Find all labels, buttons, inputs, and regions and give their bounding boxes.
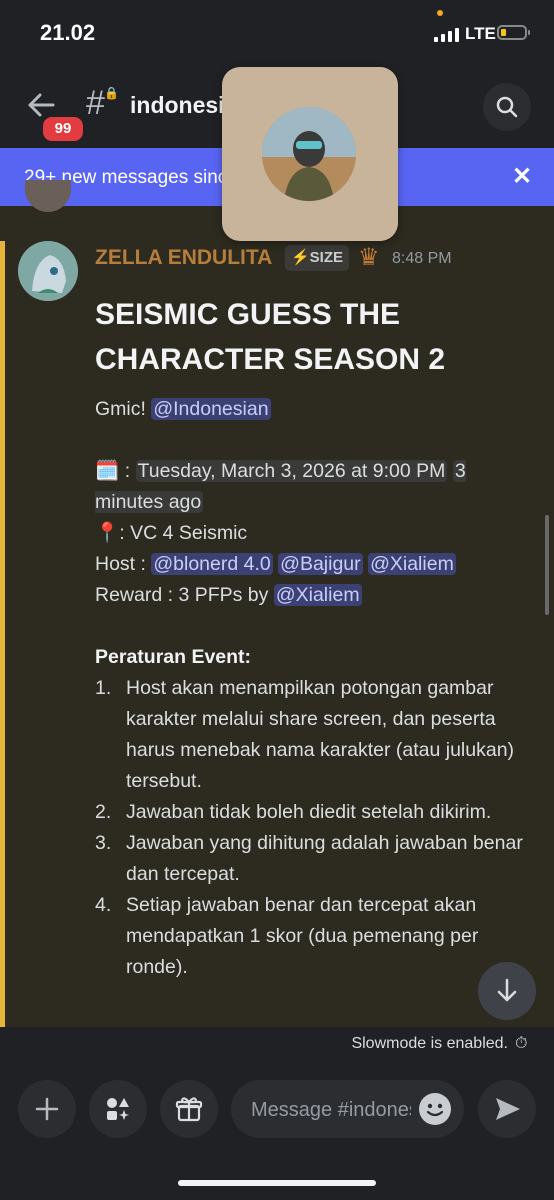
slowmode-bar: Slowmode is enabled. ⏱ — [0, 1027, 554, 1063]
author-avatar[interactable] — [18, 241, 78, 301]
search-button[interactable] — [483, 83, 531, 131]
status-time: 21.02 — [40, 20, 96, 45]
pip-avatar — [262, 107, 356, 201]
user-mention[interactable]: @Xialiem — [273, 584, 362, 606]
send-icon — [496, 1098, 520, 1120]
user-mention[interactable]: @blonerd 4.0 — [151, 553, 273, 575]
host-line: Host : @blonerd 4.0 @Bajigur @Xialiem — [95, 549, 535, 580]
mention-highlight-bar — [0, 241, 5, 1027]
date-line: 🗓️ : Tuesday, March 3, 2026 at 9:00 PM 3… — [95, 456, 535, 518]
rules-heading: Peraturan Event: — [95, 646, 252, 668]
greeting-line: Gmic! @Indonesian — [95, 394, 535, 425]
list-item: 2. Jawaban tidak boleh diedit setelah dik… — [95, 801, 492, 823]
list-item: 4. Setiap jawaban benar dan tercepat akan… — [95, 894, 479, 978]
rule-text: Jawaban tidak boleh diedit setelah dikir… — [126, 801, 492, 823]
previous-avatar — [25, 180, 71, 212]
home-indicator — [178, 1180, 376, 1186]
date-separator: : — [124, 460, 136, 482]
apps-button[interactable] — [89, 1080, 147, 1138]
privacy-indicator — [437, 10, 443, 16]
host-label: Host : — [95, 553, 146, 575]
message-input-wrapper[interactable] — [231, 1080, 464, 1138]
rule-text: Setiap jawaban benar dan tercepat akan m… — [126, 894, 479, 978]
slowmode-text: Slowmode is enabled. — [351, 1035, 508, 1052]
message-title: SEISMIC GUESS THE CHARACTER SEASON 2 — [95, 298, 446, 376]
signal-icon — [434, 26, 459, 42]
apps-icon — [107, 1098, 129, 1120]
list-item: 1. Host akan menampilkan potongan gambar … — [95, 677, 515, 792]
list-item: 3. Jawaban yang dihitung adalah jawaban b… — [95, 832, 523, 885]
network-label: LTE — [465, 24, 496, 43]
message-input[interactable] — [249, 1094, 413, 1126]
gift-button[interactable] — [160, 1080, 218, 1138]
rule-text: Host akan menampilkan potongan gambar ka… — [126, 677, 515, 792]
role-mention[interactable]: @Indonesian — [151, 398, 271, 420]
reward-label: Reward : 3 PFPs by — [95, 584, 269, 606]
pin-icon: 📍 — [95, 522, 120, 544]
location-separator: : — [119, 522, 131, 544]
greeting-text: Gmic! — [95, 398, 146, 420]
search-icon — [496, 96, 518, 118]
status-bar: 21.02 LTE — [0, 0, 554, 70]
voice-pip-overlay[interactable] — [222, 67, 398, 241]
arrow-down-icon — [497, 978, 517, 1002]
reward-line: Reward : 3 PFPs by @Xialiem — [95, 580, 535, 611]
message-author[interactable]: ZELLA ENDULITA — [95, 246, 272, 270]
event-location: VC 4 Seismic — [130, 522, 248, 544]
stopwatch-icon: ⏱ — [515, 1035, 528, 1052]
channel-lock-icon: 🔒 — [104, 86, 119, 100]
jump-to-present-button[interactable] — [478, 962, 536, 1020]
close-icon[interactable]: ✕ — [512, 162, 532, 191]
battery-icon — [497, 25, 530, 40]
role-badge-icon: ♛ — [358, 244, 380, 271]
user-mention[interactable]: @Bajigur — [278, 553, 363, 575]
emoji-icon[interactable] — [419, 1093, 451, 1125]
unread-badge: 99 — [40, 114, 86, 144]
location-line: 📍: VC 4 Seismic — [95, 518, 535, 549]
rule-text: Jawaban yang dihitung adalah jawaban ben… — [126, 832, 523, 885]
server-tag[interactable]: ⚡SIZE — [285, 245, 350, 271]
plus-icon — [35, 1097, 59, 1121]
send-button[interactable] — [478, 1080, 536, 1138]
plus-button[interactable] — [18, 1080, 76, 1138]
scrollbar[interactable] — [545, 515, 549, 615]
gift-icon — [175, 1097, 203, 1122]
user-mention[interactable]: @Xialiem — [368, 553, 456, 575]
channel-hash-icon: # — [86, 84, 105, 122]
message-content: SEISMIC GUESS THE CHARACTER SEASON 2 Gmi… — [95, 292, 535, 983]
event-date[interactable]: Tuesday, March 3, 2026 at 9:00 PM — [135, 460, 448, 482]
calendar-icon: 🗓️ — [95, 460, 120, 482]
message-timestamp: 8:48 PM — [392, 250, 452, 267]
rules-list: 1. Host akan menampilkan potongan gambar … — [95, 673, 535, 983]
